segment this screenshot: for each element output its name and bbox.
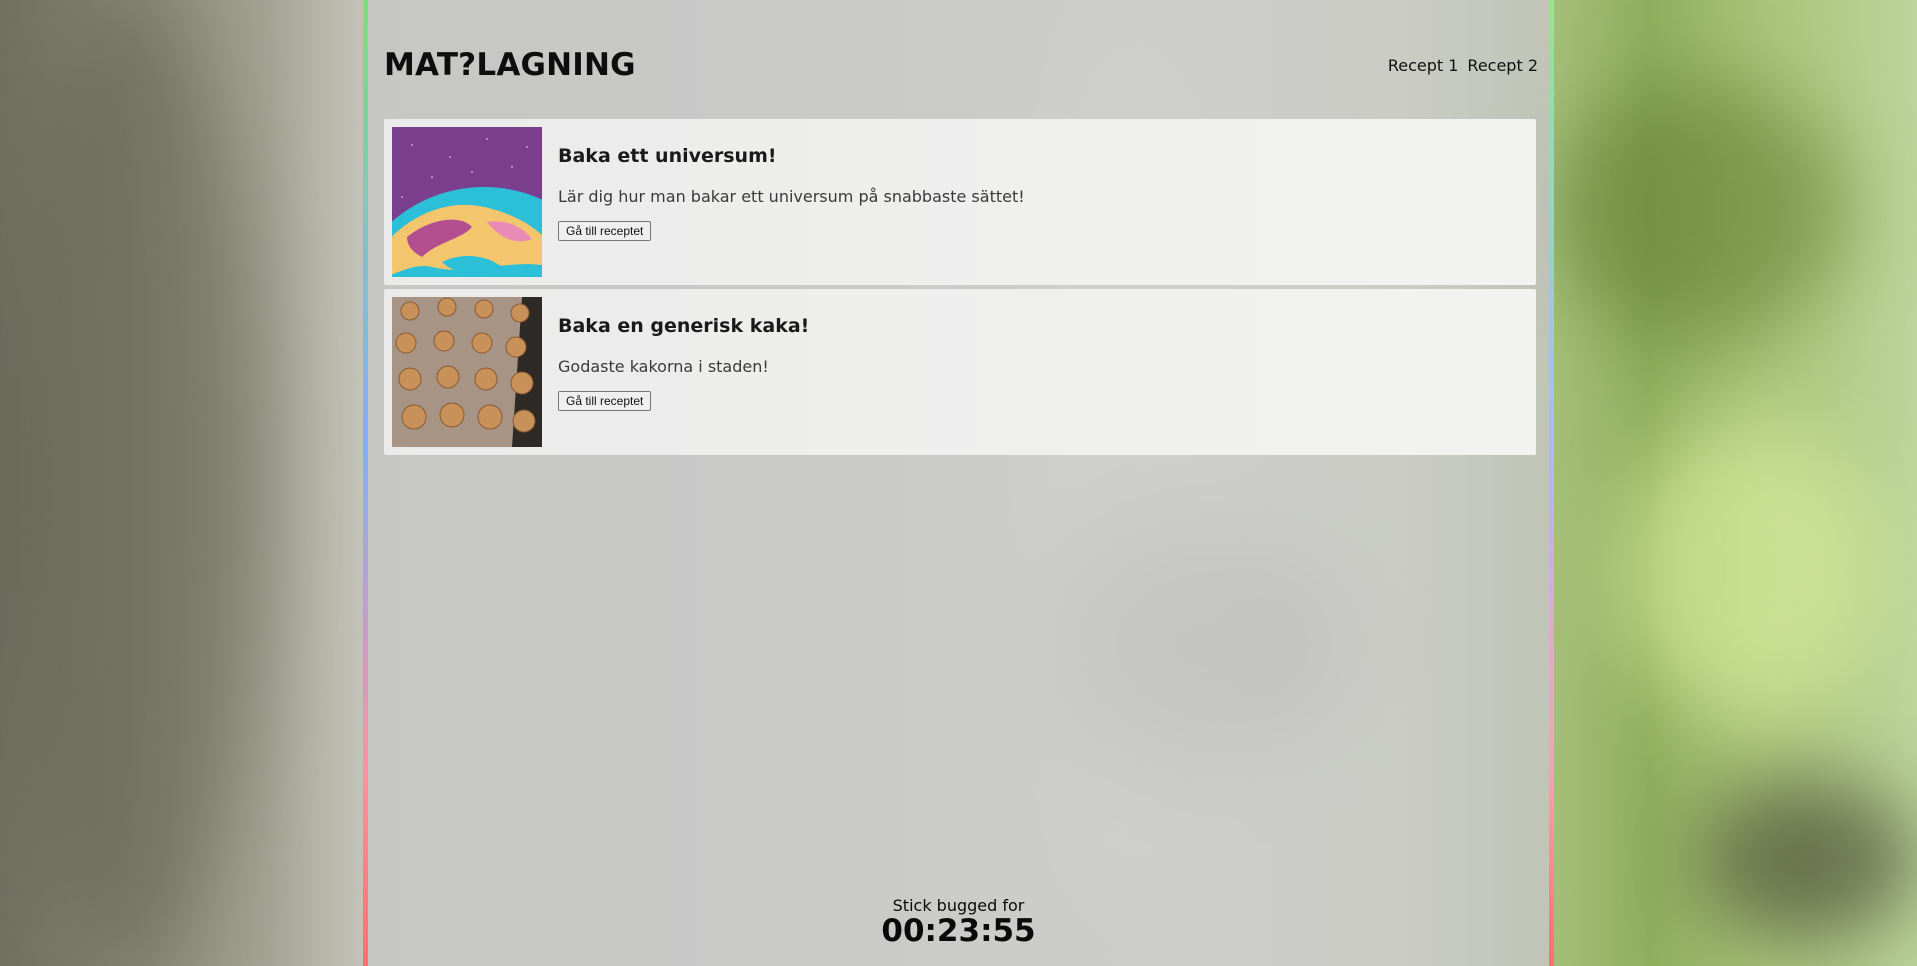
nav-link-recept-2[interactable]: Recept 2: [1467, 56, 1538, 75]
cookies-thumbnail-image: [392, 297, 542, 447]
recipe-card-cake: Baka en generisk kaka! Godaste kakorna i…: [384, 289, 1536, 455]
recipe-title: Baka en generisk kaka!: [558, 315, 810, 337]
recipe-description: Godaste kakorna i staden!: [558, 357, 769, 376]
timer-value: 00:23:55: [881, 913, 1036, 949]
universe-thumbnail-image: [392, 127, 542, 277]
site-header: MAT?LAGNING Recept 1 Recept 2: [384, 44, 1538, 86]
main-container: MAT?LAGNING Recept 1 Recept 2 Baka ett u…: [363, 0, 1554, 966]
site-logo[interactable]: MAT?LAGNING: [384, 47, 636, 83]
nav-link-recept-1[interactable]: Recept 1: [1388, 56, 1459, 75]
stick-bugged-timer: Stick bugged for 00:23:55: [365, 897, 1552, 949]
main-nav: Recept 1 Recept 2: [1388, 56, 1538, 75]
go-to-recipe-button[interactable]: Gå till receptet: [558, 391, 652, 411]
recipe-list: Baka ett universum! Lär dig hur man baka…: [384, 119, 1536, 459]
recipe-card-universe: Baka ett universum! Lär dig hur man baka…: [384, 119, 1536, 285]
recipe-description: Lär dig hur man bakar ett universum på s…: [558, 187, 1025, 206]
recipe-title: Baka ett universum!: [558, 145, 777, 167]
go-to-recipe-button[interactable]: Gå till receptet: [558, 221, 652, 241]
